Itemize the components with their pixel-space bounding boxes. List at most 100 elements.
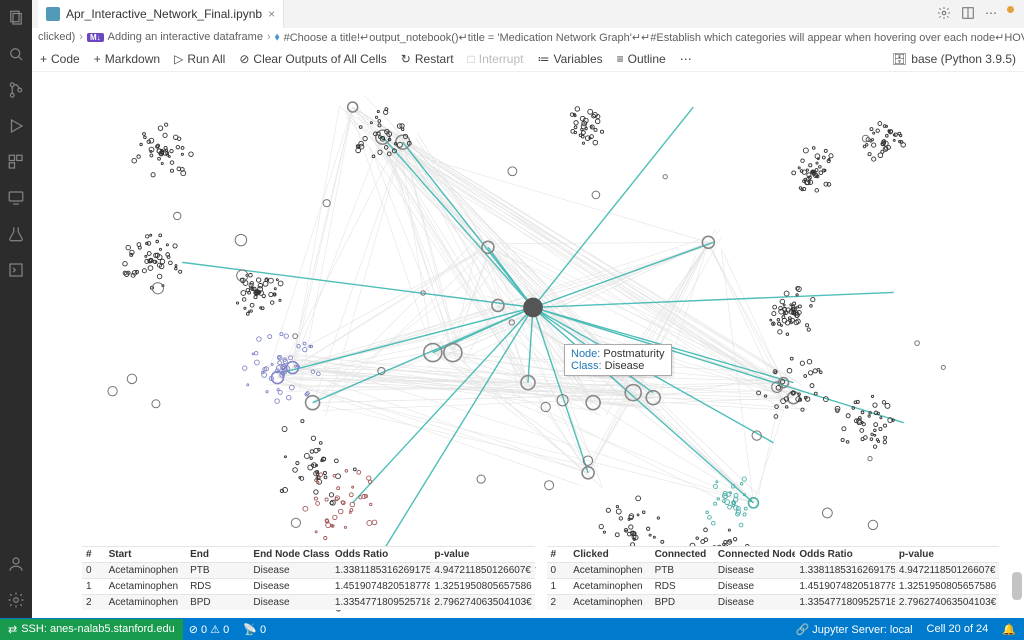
breadcrumb-part: Adding an interactive dataframe [108, 31, 263, 43]
table-cell: 4.947211850126607€ [895, 563, 999, 579]
table-row[interactable]: 1AcetaminophenRDSDisease1.45190748205187… [82, 579, 535, 595]
restart-button[interactable]: ↻Restart [401, 52, 454, 66]
cell-output: Node: Postmaturity Class: Disease #Start… [32, 72, 1024, 618]
unsaved-dot-icon [1007, 6, 1014, 13]
table-cell: 1.3381185316269175 [795, 563, 895, 579]
extensions-icon[interactable] [6, 152, 26, 172]
table-cell: 2.796274063504103€ [895, 595, 999, 611]
editor-main: Apr_Interactive_Network_Final.ipynb × ⋯ … [32, 0, 1024, 618]
scrollbar-thumb[interactable] [1012, 572, 1022, 600]
tab-actions: ⋯ [937, 6, 1024, 23]
breadcrumb-part: #Choose a title!↵output_notebook()↵title… [284, 31, 1024, 44]
kernel-selector[interactable]: 🗄base (Python 3.9.5) [892, 52, 1016, 66]
add-markdown-button[interactable]: +Markdown [94, 52, 160, 66]
interrupt-button[interactable]: □Interrupt [468, 52, 524, 66]
table-row[interactable]: 0AcetaminophenPTBDisease1.33811853162691… [547, 563, 1000, 579]
table-cell: PTB [651, 563, 714, 579]
table-cell: 1.3354771809525718 [331, 595, 431, 611]
tab-label: Apr_Interactive_Network_Final.ipynb [66, 7, 262, 21]
explorer-icon[interactable] [6, 8, 26, 28]
clear-outputs-button[interactable]: ⊘Clear Outputs of All Cells [239, 52, 386, 66]
close-icon[interactable]: × [268, 7, 275, 21]
table-cell: 2 [82, 595, 105, 611]
table-cell: Acetaminophen [569, 563, 650, 579]
table-cell: 1.4519074820518778 [795, 579, 895, 595]
table-row[interactable]: 2AcetaminophenBPDDisease1.33547718095257… [547, 595, 1000, 611]
table-cell: Disease [249, 579, 330, 595]
network-graph[interactable] [32, 72, 1024, 617]
table-header: p-value [895, 547, 999, 563]
add-code-button[interactable]: +Code [40, 52, 80, 66]
problems-button[interactable]: ⊘ 0 ⚠ 0 [189, 623, 230, 636]
table-row[interactable]: 0AcetaminophenPTBDisease1.33811853162691… [82, 563, 535, 579]
table-cell: Disease [249, 595, 330, 611]
table-header: Odds Ratio [331, 547, 431, 563]
table-cell: Disease [714, 579, 795, 595]
markdown-cell-icon: M↓ [87, 33, 104, 42]
remote-explorer-icon[interactable] [6, 188, 26, 208]
table-row[interactable]: 1AcetaminophenRDSDisease1.45190748205187… [547, 579, 1000, 595]
table-header: Connected [651, 547, 714, 563]
run-all-button[interactable]: ▷Run All [174, 52, 225, 66]
notebook-toolbar: +Code +Markdown ▷Run All ⊘Clear Outputs … [32, 46, 1024, 72]
jupyter-icon[interactable] [6, 260, 26, 280]
table-cell: 1.4519074820518778 [331, 579, 431, 595]
table-cell: Acetaminophen [105, 579, 186, 595]
table-cell: Acetaminophen [105, 563, 186, 579]
outline-button[interactable]: ≡Outline [617, 52, 666, 66]
table-header: Odds Ratio [795, 547, 895, 563]
jupyter-server-button[interactable]: 🔗 Jupyter Server: local [796, 623, 913, 636]
table-cell: 2.796274063504103€ [430, 595, 534, 611]
variables-button[interactable]: ≔Variables [538, 52, 603, 66]
testing-icon[interactable] [6, 224, 26, 244]
code-cell-icon: ⬧ [275, 31, 280, 44]
table-cell: 1.3251950805657586 [430, 579, 534, 595]
cell-position[interactable]: Cell 20 of 24 [927, 623, 989, 635]
table-header: End [186, 547, 249, 563]
table-header: Start [105, 547, 186, 563]
breadcrumb-part: clicked) [38, 31, 75, 43]
remote-indicator[interactable]: ⇄SSH: anes-nalab5.stanford.edu [0, 619, 183, 640]
outline-icon: ≡ [617, 52, 624, 66]
table-row[interactable]: 2AcetaminophenBPDDisease1.33547718095257… [82, 595, 535, 611]
table-header: Connected Node Clas [714, 547, 795, 563]
table-cell: RDS [186, 579, 249, 595]
table-cell: 4.947211850126607€ [430, 563, 534, 579]
table-left[interactable]: #StartEndEnd Node ClassOdds Ratiop-value… [82, 546, 535, 618]
table-right[interactable]: #ClickedConnectedConnected Node ClasOdds… [547, 546, 1000, 618]
table-header: Clicked [569, 547, 650, 563]
account-icon[interactable] [6, 554, 26, 574]
split-editor-icon[interactable] [961, 6, 975, 23]
server-icon: 🗄 [892, 52, 907, 66]
status-bar: ⇄SSH: anes-nalab5.stanford.edu ⊘ 0 ⚠ 0 📡… [0, 618, 1024, 640]
table-cell: 1 [547, 579, 570, 595]
table-cell: 1.3381185316269175 [331, 563, 431, 579]
run-debug-icon[interactable] [6, 116, 26, 136]
ports-button[interactable]: 📡 0 [243, 623, 266, 636]
table-cell: Disease [249, 563, 330, 579]
table-cell: PTB [186, 563, 249, 579]
table-cell: 1.3251950805657586 [895, 579, 999, 595]
notifications-icon[interactable]: 🔔 [1002, 623, 1016, 636]
more-button[interactable]: ⋯ [680, 52, 692, 66]
search-icon[interactable] [6, 44, 26, 64]
table-cell: BPD [651, 595, 714, 611]
tab-notebook[interactable]: Apr_Interactive_Network_Final.ipynb × [38, 0, 284, 28]
breadcrumb[interactable]: clicked) › M↓ Adding an interactive data… [32, 28, 1024, 46]
table-cell: Disease [714, 563, 795, 579]
restart-icon: ↻ [401, 52, 411, 66]
table-header: # [82, 547, 105, 563]
settings-gear-icon[interactable] [6, 590, 26, 610]
gear-icon[interactable] [937, 6, 951, 23]
output-tables: #StartEndEnd Node ClassOdds Ratiop-value… [82, 546, 999, 618]
activity-bar [0, 0, 32, 618]
table-cell: 0 [82, 563, 105, 579]
play-icon: ▷ [174, 52, 183, 66]
table-cell: Acetaminophen [105, 595, 186, 611]
table-header: End Node Class [249, 547, 330, 563]
plus-icon: + [94, 52, 101, 66]
table-cell: Disease [714, 595, 795, 611]
table-header: p-value [430, 547, 534, 563]
source-control-icon[interactable] [6, 80, 26, 100]
more-icon[interactable]: ⋯ [985, 6, 997, 23]
